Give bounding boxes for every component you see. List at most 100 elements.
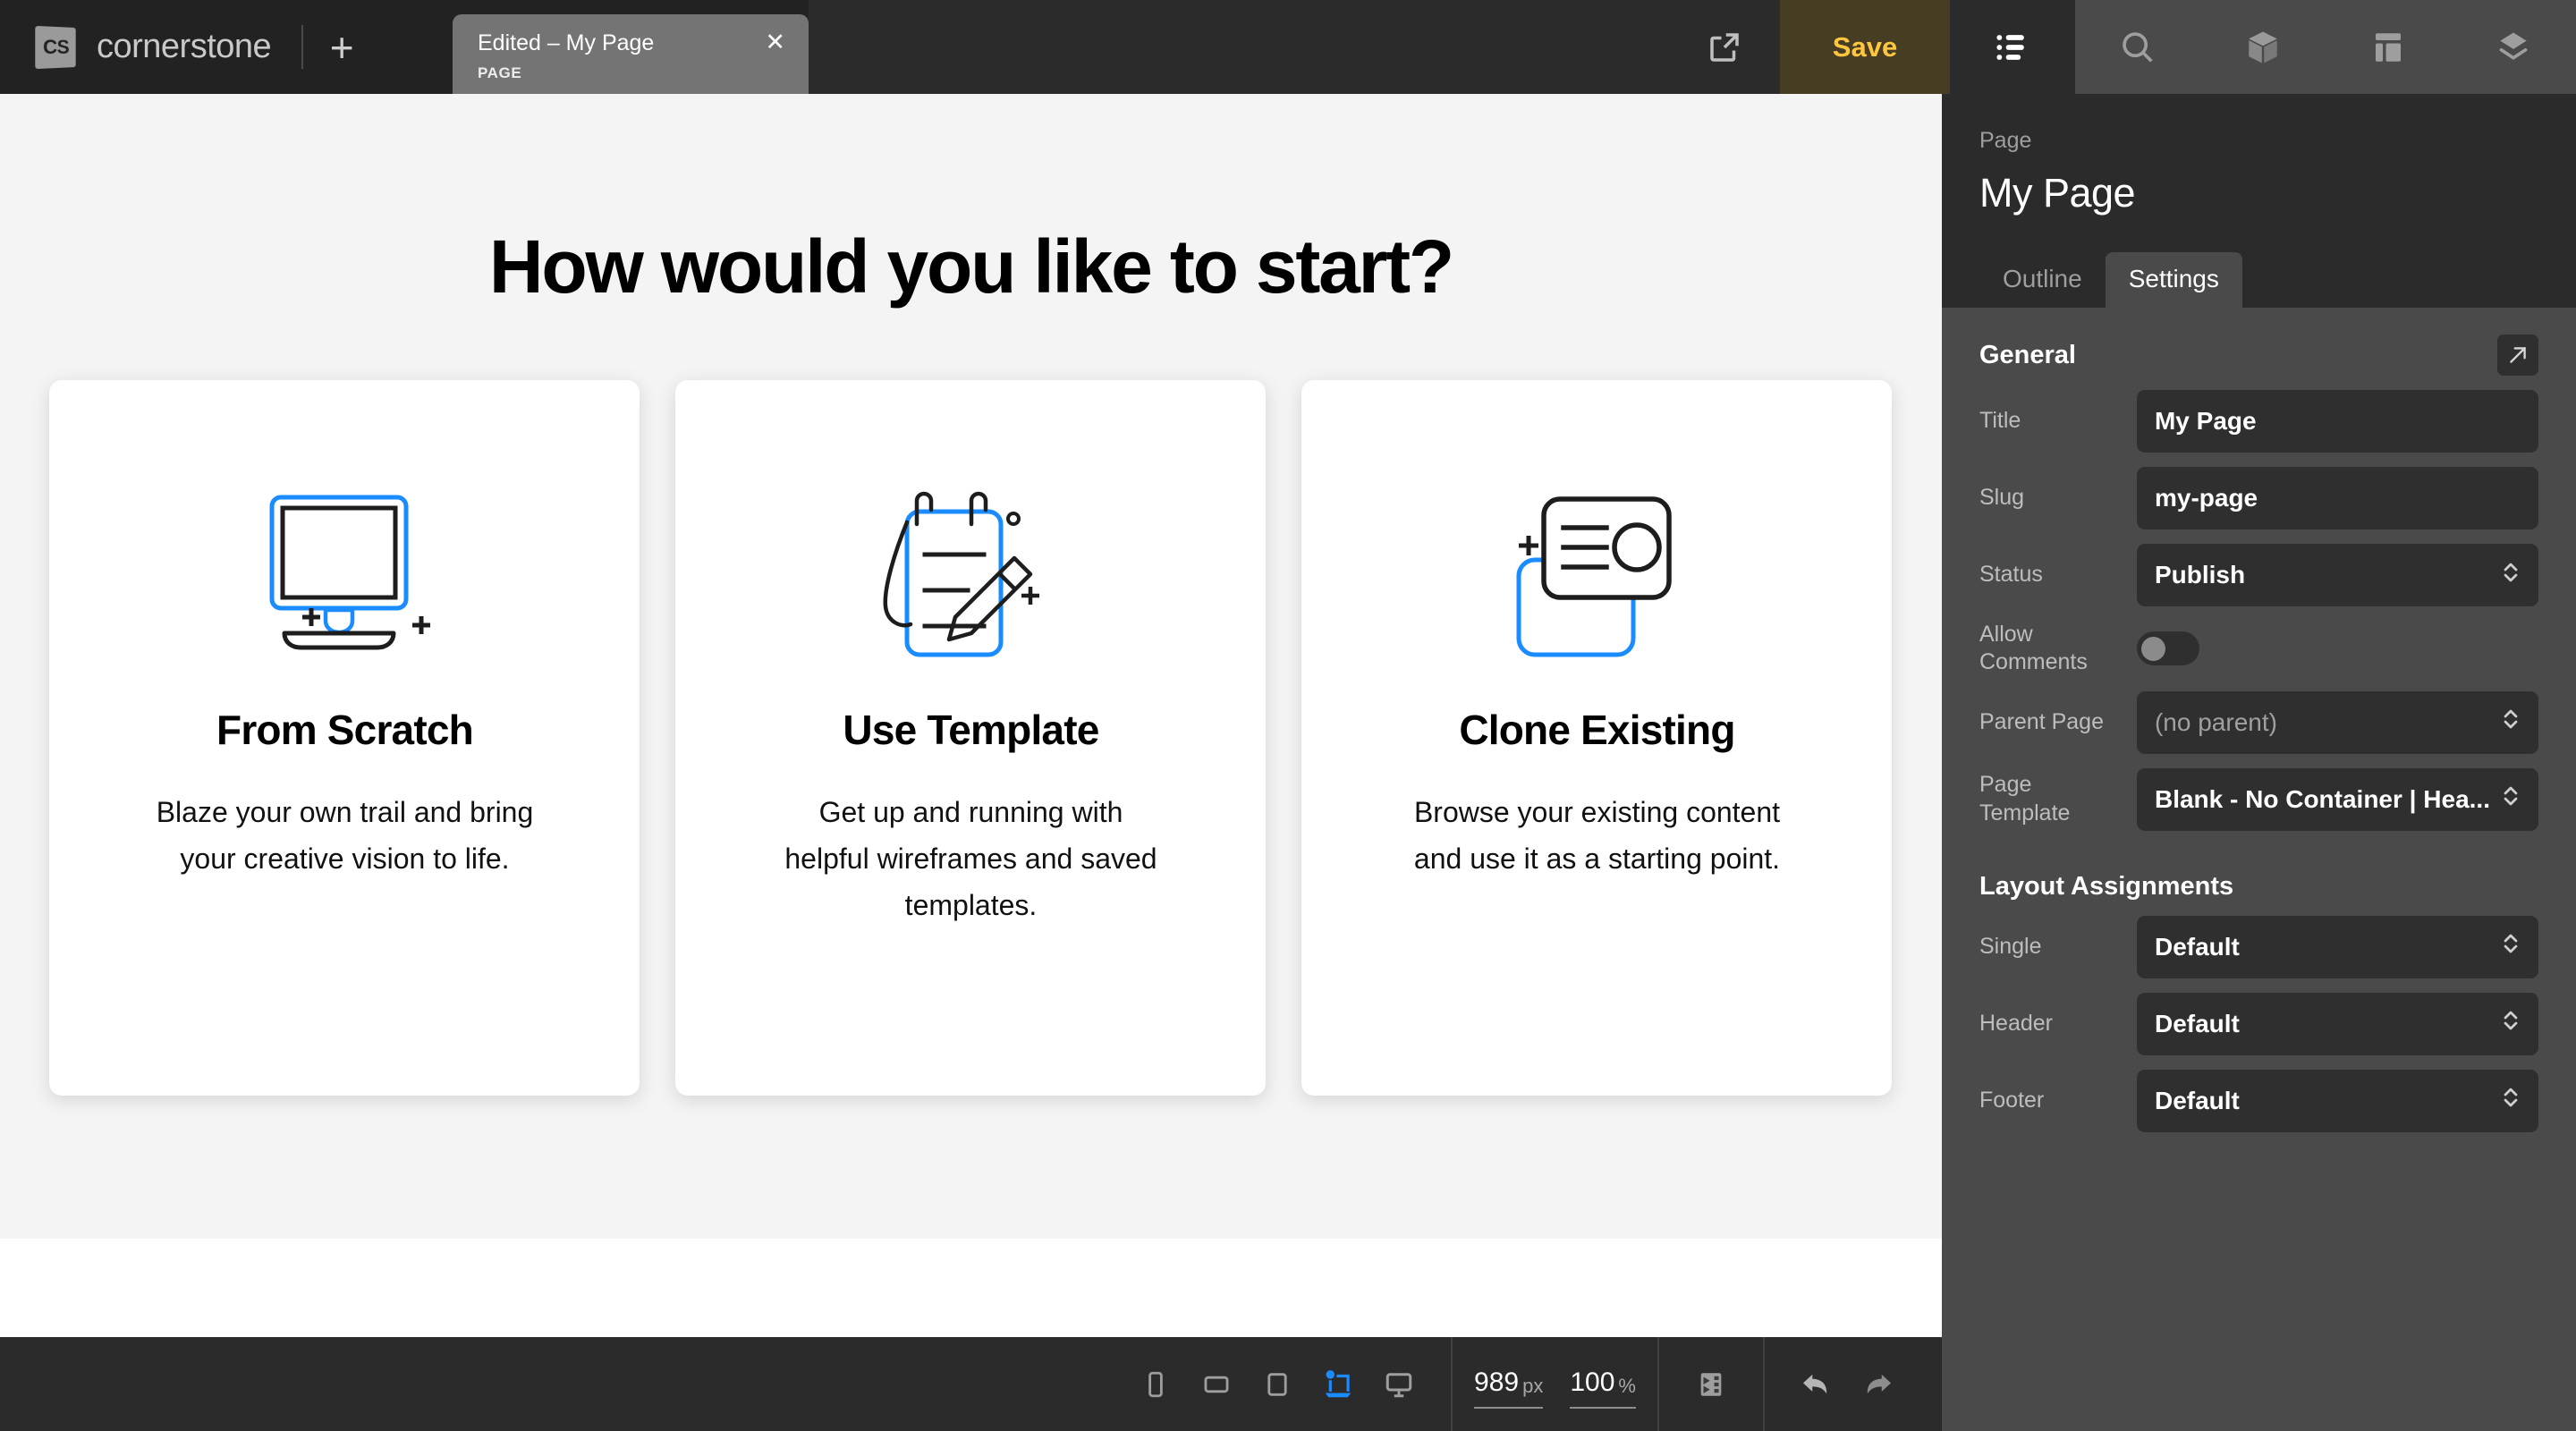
- toolbar-divider: [1762, 1337, 1765, 1431]
- status-select[interactable]: Publish: [2136, 544, 2538, 606]
- save-button[interactable]: Save: [1780, 0, 1950, 94]
- card-description: Browse your existing content and use it …: [1413, 796, 1781, 875]
- chevron-updown-icon: [2501, 1007, 2521, 1040]
- viewport-width-control[interactable]: 989 px: [1474, 1367, 1544, 1409]
- chevron-updown-icon: [2501, 559, 2521, 592]
- chevron-updown-icon: [2501, 930, 2521, 963]
- panel-tabs: Outline Settings: [1942, 252, 2576, 308]
- page-heading: How would you like to start?: [488, 224, 1454, 324]
- bottom-toolbar: 989 px 100 %: [0, 1337, 1942, 1431]
- cornerstone-logo-icon: CS: [35, 25, 76, 69]
- field-status: Status Publish: [1979, 544, 2538, 606]
- field-single: Single Default: [1979, 915, 2538, 978]
- card-clone-existing[interactable]: Clone Existing Browse your existing cont…: [1301, 380, 1893, 1096]
- clone-cards-icon: [1501, 480, 1693, 668]
- title-input[interactable]: My Page: [2136, 390, 2538, 453]
- field-label: Header: [1979, 1010, 2053, 1036]
- field-label: Parent Page: [1979, 708, 2104, 734]
- phone-portrait-icon[interactable]: [1125, 1337, 1186, 1431]
- card-description: Get up and running with helpful wirefram…: [784, 796, 1157, 921]
- rail-element-box-icon[interactable]: [2200, 0, 2326, 94]
- undo-arrow-icon[interactable]: [1786, 1337, 1847, 1431]
- new-tab-button[interactable]: +: [303, 0, 380, 94]
- rail-layers-icon[interactable]: [2451, 0, 2576, 94]
- tab-outline[interactable]: Outline: [1979, 252, 2106, 308]
- field-allow-comments: Allow Comments: [1979, 621, 2538, 677]
- parent-page-select[interactable]: (no parent): [2136, 690, 2538, 754]
- slug-input[interactable]: my-page: [2136, 467, 2538, 529]
- field-label: Slug: [1979, 485, 2025, 511]
- redo-arrow-icon[interactable]: [1847, 1337, 1908, 1431]
- laptop-icon[interactable]: [1308, 1337, 1368, 1431]
- desktop-icon[interactable]: [1368, 1337, 1429, 1431]
- external-link-icon[interactable]: [1669, 0, 1780, 94]
- field-label: Page Template: [1979, 772, 2071, 826]
- chevron-updown-icon: [2501, 706, 2521, 739]
- card-title-text: From Scratch: [216, 707, 474, 753]
- device-preview-group: [1125, 1337, 1429, 1431]
- settings-panel: Page My Page Outline Settings General Ti…: [1941, 94, 2576, 1431]
- allow-comments-toggle[interactable]: [2136, 631, 2199, 666]
- rail-layout-grid-icon[interactable]: [2326, 0, 2451, 94]
- field-parent-page: Parent Page (no parent): [1979, 690, 2538, 754]
- close-icon[interactable]: ✕: [765, 30, 785, 55]
- tablet-landscape-icon[interactable]: [1186, 1337, 1247, 1431]
- tablet-portrait-icon[interactable]: [1247, 1337, 1308, 1431]
- page-tab[interactable]: Edited – My Page PAGE ✕: [453, 14, 809, 94]
- top-bar-left: CS cornerstone +: [0, 0, 453, 94]
- footer-layout-value: Default: [2154, 1086, 2240, 1114]
- field-slug: Slug my-page: [1979, 467, 2538, 529]
- card-from-scratch[interactable]: From Scratch Blaze your own trail and br…: [49, 380, 640, 1096]
- card-title: Clone Existing: [1459, 706, 1735, 756]
- footer-layout-select[interactable]: Default: [2136, 1069, 2538, 1132]
- field-header: Header Default: [1979, 992, 2538, 1055]
- field-label: Status: [1979, 562, 2043, 588]
- open-external-icon[interactable]: [2497, 334, 2538, 376]
- card-description: Blaze your own trail and bring your crea…: [156, 796, 534, 875]
- code-panel-icon[interactable]: [1681, 1337, 1741, 1431]
- single-layout-value: Default: [2154, 932, 2240, 961]
- option-cards: From Scratch Blaze your own trail and br…: [0, 380, 1942, 1096]
- monitor-plus-icon: [249, 480, 441, 668]
- card-use-template[interactable]: Use Template Get up and running with hel…: [675, 380, 1267, 1096]
- chevron-updown-icon: [2501, 783, 2521, 816]
- panel-header: Page My Page: [1942, 94, 2576, 216]
- single-layout-select[interactable]: Default: [2136, 915, 2538, 978]
- header-layout-select[interactable]: Default: [2136, 992, 2538, 1055]
- viewport-width-unit: px: [1522, 1374, 1544, 1397]
- card-title-text: Use Template: [843, 707, 1099, 753]
- card-title: From Scratch: [216, 706, 474, 756]
- rail-outline-list-icon[interactable]: [1950, 0, 2075, 94]
- tab-settings[interactable]: Settings: [2105, 252, 2242, 308]
- field-label: Single: [1979, 933, 2042, 959]
- zoom-control[interactable]: 100 %: [1570, 1367, 1636, 1409]
- top-bar: CS cornerstone + Edited – My Page PAGE ✕…: [0, 0, 2576, 94]
- layout-section-title: Layout Assignments: [1979, 871, 2234, 901]
- canvas-column: How would you like to start? From Scratc…: [0, 94, 1942, 1431]
- underline: [1474, 1406, 1544, 1409]
- page-template-select[interactable]: Blank - No Container | Hea...: [2136, 767, 2538, 831]
- status-value: Publish: [2154, 561, 2246, 588]
- page-heading-text: How would you like to start?: [488, 224, 1454, 309]
- right-icon-rail: [1950, 0, 2576, 94]
- zoom-value: 100: [1570, 1367, 1615, 1397]
- field-label: Footer: [1979, 1087, 2045, 1113]
- toggle-knob: [2140, 636, 2165, 661]
- breadcrumb: Page: [1979, 128, 2032, 153]
- page-tab-subtitle: PAGE: [478, 64, 522, 81]
- chevron-updown-icon: [2501, 1084, 2521, 1117]
- general-section-title: General: [1979, 340, 2076, 369]
- header-layout-value: Default: [2154, 1009, 2240, 1037]
- viewport-width-value: 989: [1474, 1367, 1520, 1397]
- body-row: How would you like to start? From Scratc…: [0, 94, 2576, 1431]
- field-page-template: Page Template Blank - No Container | Hea…: [1979, 767, 2538, 831]
- card-title: Use Template: [843, 706, 1099, 756]
- rail-search-icon[interactable]: [2075, 0, 2200, 94]
- layout-section-header: Layout Assignments: [1979, 872, 2538, 902]
- field-footer: Footer Default: [1979, 1069, 2538, 1132]
- app-root: CS cornerstone + Edited – My Page PAGE ✕…: [0, 0, 2576, 1431]
- toolbar-divider: [1657, 1337, 1659, 1431]
- panel-title: My Page: [1979, 170, 2136, 216]
- hero: How would you like to start?: [0, 94, 1942, 324]
